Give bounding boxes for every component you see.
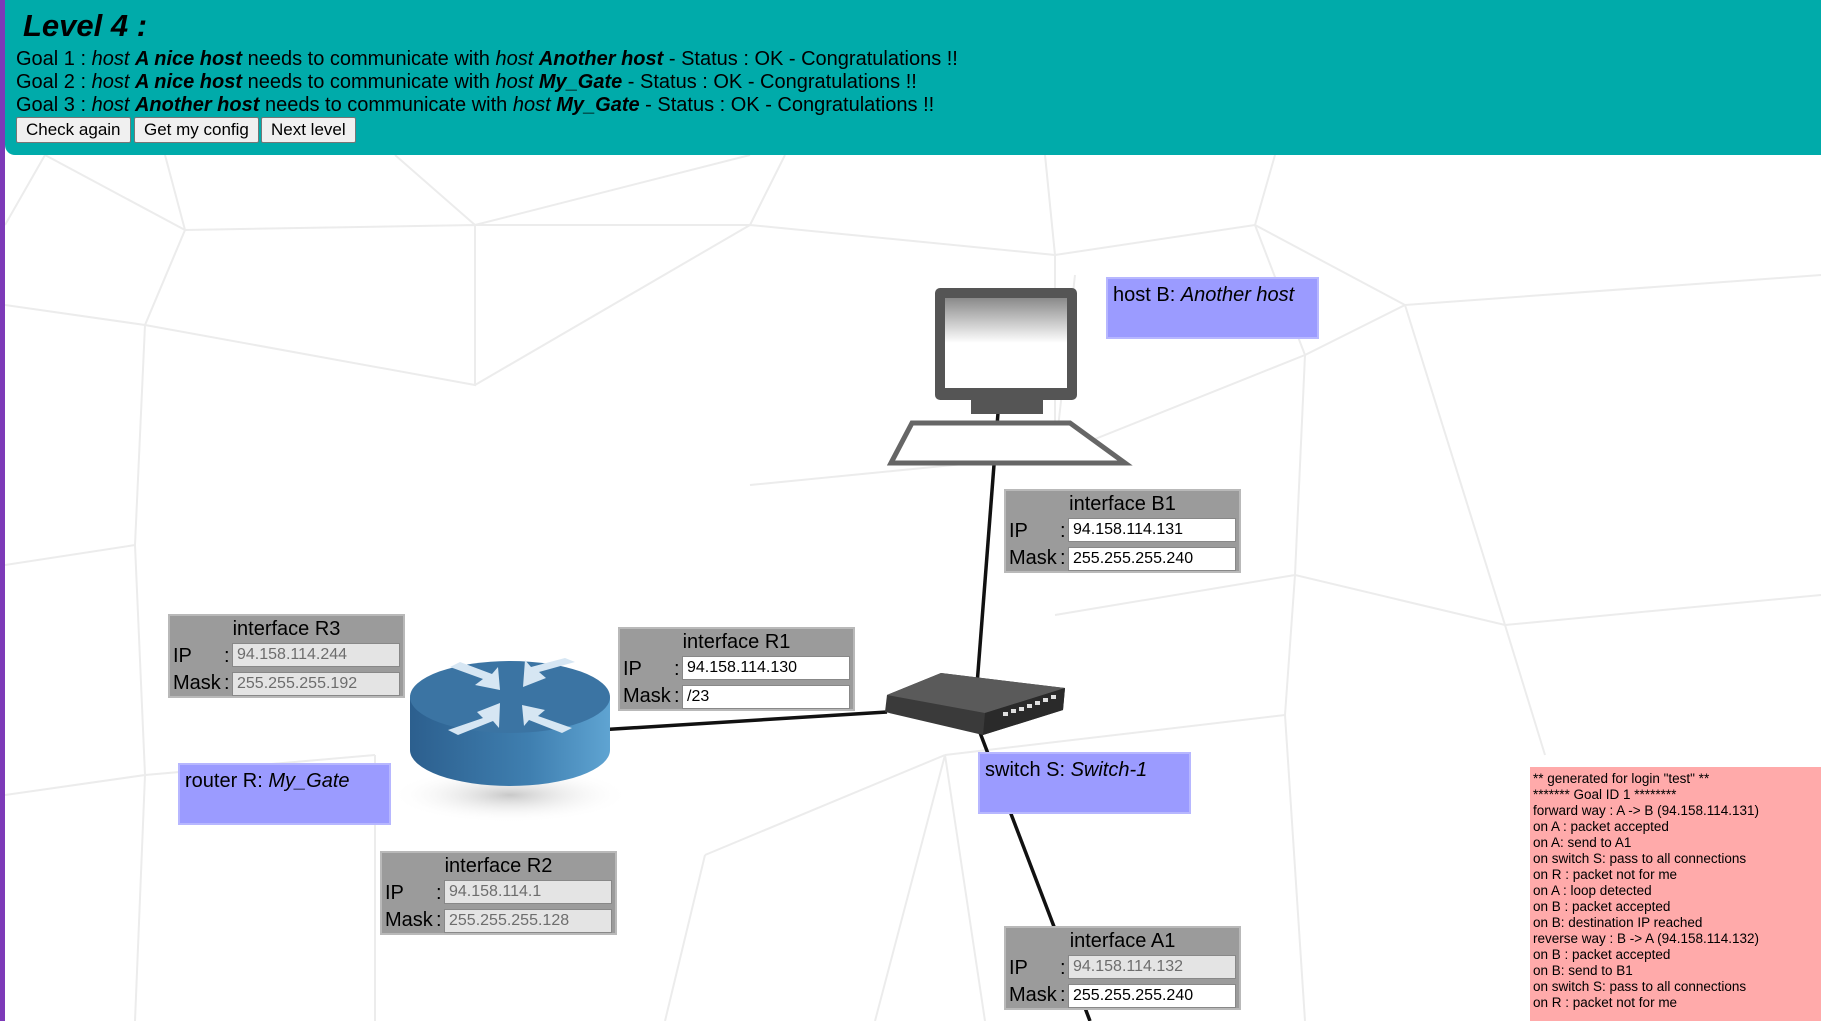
level-title: Level 4 : bbox=[23, 8, 148, 43]
colon: : bbox=[224, 672, 230, 694]
interface-a1-ip-field[interactable]: 94.158.114.132 bbox=[1068, 955, 1236, 979]
link-router-switch bbox=[597, 710, 888, 732]
interface-a1-title: interface A1 bbox=[1069, 930, 1176, 952]
interface-r2-mask-field[interactable]: 255.255.255.128 bbox=[444, 909, 612, 933]
interface-b1-panel: interface B1 IP : 94.158.114.131 Mask : … bbox=[1004, 489, 1241, 573]
check-again-button[interactable]: Check again bbox=[16, 117, 131, 143]
switch-s-name-box[interactable]: switch S: Switch-1 bbox=[978, 752, 1191, 814]
log-line: on B : packet accepted bbox=[1533, 947, 1671, 962]
mask-label: Mask bbox=[1009, 984, 1057, 1006]
level-header: Level 4 : Goal 1 : host A nice host need… bbox=[5, 0, 1821, 155]
next-level-button[interactable]: Next level bbox=[261, 117, 356, 143]
ip-label: IP bbox=[385, 882, 404, 904]
log-line: on A : loop detected bbox=[1533, 883, 1652, 898]
goal-3: Goal 3 : host Another host needs to comm… bbox=[16, 94, 935, 116]
log-line: reverse way : B -> A (94.158.114.132) bbox=[1533, 931, 1760, 946]
mask-label: Mask bbox=[385, 909, 433, 931]
debug-log-panel: ** generated for login "test" ** *******… bbox=[1530, 767, 1821, 1021]
interface-a1-panel: interface A1 IP : 94.158.114.132 Mask : … bbox=[1004, 926, 1241, 1010]
ip-label: IP bbox=[623, 658, 642, 680]
router-icon[interactable] bbox=[390, 658, 630, 823]
colon: : bbox=[1060, 984, 1066, 1006]
host-b-computer-icon[interactable] bbox=[886, 288, 1133, 466]
switch-icon[interactable] bbox=[885, 673, 1065, 735]
interface-r1-ip-field[interactable]: 94.158.114.130 bbox=[682, 656, 850, 680]
colon: : bbox=[436, 909, 442, 931]
host-b-name-box[interactable]: host B: Another host bbox=[1106, 277, 1319, 339]
interface-r3-ip-field[interactable]: 94.158.114.244 bbox=[232, 643, 400, 667]
mask-label: Mask bbox=[623, 685, 671, 707]
interface-r2-panel: interface R2 IP : 94.158.114.1 Mask : 25… bbox=[380, 851, 617, 935]
colon: : bbox=[1060, 520, 1066, 542]
interface-r1-panel: interface R1 IP : 94.158.114.130 Mask : … bbox=[618, 627, 855, 711]
ip-label: IP bbox=[1009, 520, 1028, 542]
log-line: on A: send to A1 bbox=[1533, 835, 1632, 850]
colon: : bbox=[224, 645, 230, 667]
log-line: on B : packet accepted bbox=[1533, 899, 1671, 914]
colon: : bbox=[1060, 547, 1066, 569]
interface-r3-mask-field[interactable]: 255.255.255.192 bbox=[232, 672, 400, 696]
colon: : bbox=[674, 685, 680, 707]
goal-2: Goal 2 : host A nice host needs to commu… bbox=[16, 71, 917, 93]
colon: : bbox=[674, 658, 680, 680]
ip-label: IP bbox=[1009, 957, 1028, 979]
interface-b1-mask-field[interactable]: 255.255.255.240 bbox=[1068, 547, 1236, 571]
mask-label: Mask bbox=[173, 672, 221, 694]
log-line: on switch S: pass to all connections bbox=[1533, 979, 1747, 994]
interface-r2-ip-field[interactable]: 94.158.114.1 bbox=[444, 880, 612, 904]
interface-r2-title: interface R2 bbox=[444, 855, 553, 877]
goal-1: Goal 1 : host A nice host needs to commu… bbox=[16, 48, 958, 70]
router-r-name-box[interactable]: router R: My_Gate bbox=[178, 763, 391, 825]
log-line: forward way : A -> B (94.158.114.131) bbox=[1533, 803, 1760, 818]
ip-label: IP bbox=[173, 645, 192, 667]
interface-r1-title: interface R1 bbox=[682, 631, 791, 653]
colon: : bbox=[1060, 957, 1066, 979]
mask-label: Mask bbox=[1009, 547, 1057, 569]
colon: : bbox=[436, 882, 442, 904]
log-line: on A : packet accepted bbox=[1533, 819, 1669, 834]
interface-r3-title: interface R3 bbox=[232, 618, 341, 640]
log-line: on R : packet not for me bbox=[1533, 995, 1678, 1010]
log-line: on switch S: pass to all connections bbox=[1533, 851, 1747, 866]
get-my-config-button[interactable]: Get my config bbox=[134, 117, 259, 143]
interface-b1-title: interface B1 bbox=[1069, 493, 1176, 515]
log-line: on B: destination IP reached bbox=[1533, 915, 1703, 930]
interface-a1-mask-field[interactable]: 255.255.255.240 bbox=[1068, 984, 1236, 1008]
interface-r1-mask-field[interactable]: /23 bbox=[682, 685, 850, 709]
interface-r3-panel: interface R3 IP : 94.158.114.244 Mask : … bbox=[168, 614, 405, 698]
log-line: ** generated for login "test" ** bbox=[1533, 771, 1710, 786]
log-line: on R : packet not for me bbox=[1533, 867, 1678, 882]
log-line: on B: send to B1 bbox=[1533, 963, 1633, 978]
interface-b1-ip-field[interactable]: 94.158.114.131 bbox=[1068, 518, 1236, 542]
log-line: ******* Goal ID 1 ******** bbox=[1533, 787, 1677, 802]
